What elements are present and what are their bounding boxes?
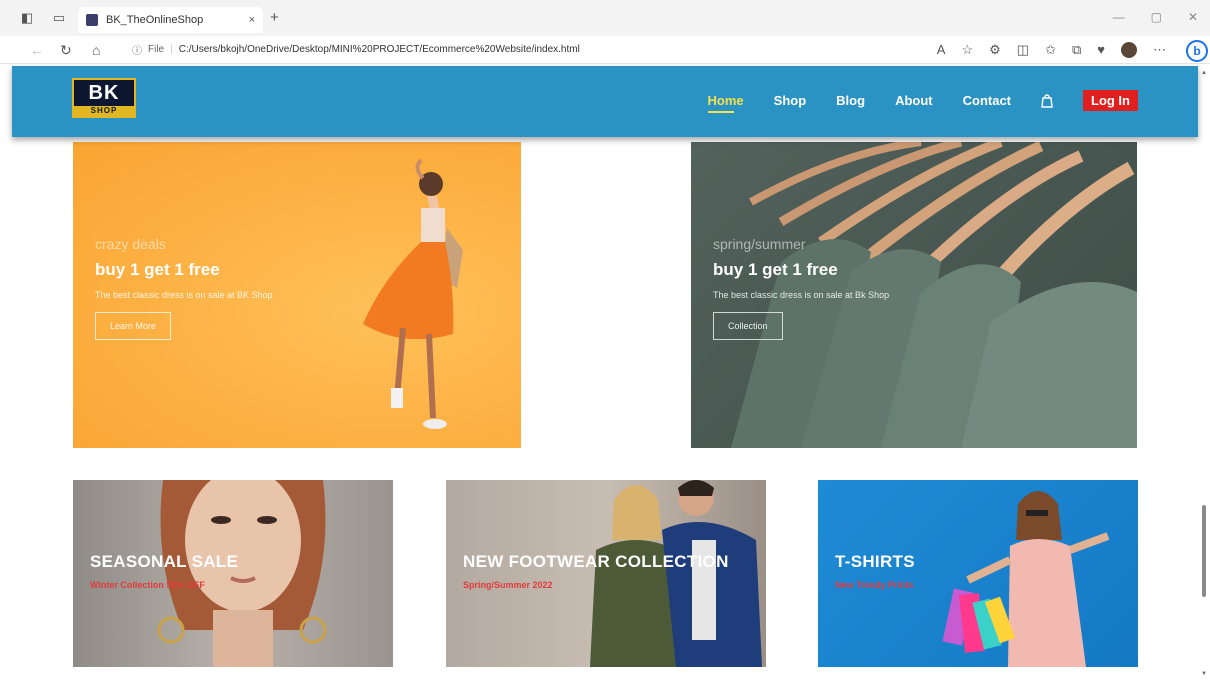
extensions-icon[interactable]: ⚙: [989, 42, 1001, 58]
tab-actions-icon[interactable]: ▭: [50, 9, 68, 27]
banner-heading: buy 1 get 1 free: [713, 260, 838, 279]
minimize-button[interactable]: —: [1113, 10, 1125, 24]
home-icon[interactable]: ⌂: [92, 40, 100, 60]
banner-heading: SEASONAL SALE: [90, 552, 239, 571]
logo-text-top: BK: [88, 82, 120, 104]
shopping-model-image: [942, 491, 1110, 667]
logo-text-bottom: SHOP: [74, 106, 134, 116]
new-tab-button[interactable]: +: [270, 9, 279, 26]
sidebar-icon[interactable]: ◧: [18, 9, 36, 27]
collections-icon[interactable]: ⧉: [1072, 42, 1081, 58]
page-viewport: BK SHOP Home Shop Blog About Contact Log…: [0, 64, 1210, 682]
profile-icon[interactable]: [1121, 42, 1137, 58]
url-text[interactable]: C:/Users/bkojh/OneDrive/Desktop/MINI%20P…: [179, 44, 580, 55]
banner-crazy-text: crazy deals buy 1 get 1 free The best cl…: [95, 236, 273, 340]
tab-close-icon[interactable]: ×: [249, 14, 255, 26]
model-image: [363, 158, 463, 429]
browser-toolbar: A ☆ ⚙ ◫ ✩ ⧉ ♥ ⋯: [937, 42, 1166, 58]
site-favicon-icon: [86, 14, 98, 26]
nav-blog[interactable]: Blog: [836, 93, 865, 108]
refresh-icon[interactable]: ↻: [60, 40, 72, 60]
banner-new-footwear: NEW FOOTWEAR COLLECTION Spring/Summer 20…: [446, 480, 766, 667]
tshirts-text: T-SHIRTS New Trendy Prints: [835, 552, 915, 590]
url-scheme: File: [148, 44, 165, 55]
collection-button[interactable]: Collection: [713, 312, 783, 340]
nav-contact[interactable]: Contact: [963, 93, 1011, 108]
maximize-button[interactable]: ▢: [1151, 10, 1162, 24]
window-controls: — ▢ ✕: [1113, 10, 1198, 24]
banner-heading: buy 1 get 1 free: [95, 260, 220, 279]
bag-icon[interactable]: [1041, 93, 1053, 108]
bing-copilot-button[interactable]: b: [1186, 40, 1208, 62]
browser-essentials-icon[interactable]: ♥: [1097, 42, 1105, 58]
site-logo[interactable]: BK SHOP: [72, 78, 136, 118]
learn-more-button[interactable]: Learn More: [95, 312, 172, 340]
nav-shop[interactable]: Shop: [774, 93, 807, 108]
browser-tab[interactable]: BK_TheOnlineShop ×: [78, 7, 263, 33]
split-screen-icon[interactable]: ◫: [1017, 42, 1029, 58]
site-info-icon[interactable]: ⓘ: [132, 42, 142, 57]
scroll-thumb[interactable]: [1202, 505, 1206, 597]
banner-kicker: crazy deals: [95, 236, 166, 252]
main-nav: Home Shop Blog About Contact Log In: [707, 90, 1138, 113]
banner-crazy-deals: crazy deals buy 1 get 1 free The best cl…: [73, 142, 521, 448]
banner-description: The best classic dress is on sale at Bk …: [713, 290, 890, 300]
url-field[interactable]: ⓘ File | C:/Users/bkojh/OneDrive/Desktop…: [132, 42, 580, 57]
read-aloud-icon[interactable]: A: [937, 42, 946, 58]
banner-spring-text: spring/summer buy 1 get 1 free The best …: [713, 236, 889, 340]
address-bar: ← ↻ ⌂ ⓘ File | C:/Users/bkojh/OneDrive/D…: [0, 36, 1210, 64]
banner-subheading: Spring/Summer 2022: [463, 580, 553, 590]
scroll-down-icon[interactable]: ▼: [1201, 671, 1207, 677]
banner-subheading: Winter Collection 50% OFF: [90, 580, 205, 590]
banner-heading: NEW FOOTWEAR COLLECTION: [463, 552, 729, 571]
scroll-up-icon[interactable]: ▲: [1201, 70, 1207, 76]
site-header: BK SHOP Home Shop Blog About Contact Log…: [12, 66, 1198, 137]
nav-home[interactable]: Home: [707, 93, 744, 113]
nav-about[interactable]: About: [895, 93, 933, 108]
seasonal-text: SEASONAL SALE Winter Collection 50% OFF: [90, 552, 238, 590]
banner-spring-summer: spring/summer buy 1 get 1 free The best …: [691, 142, 1137, 448]
favorite-icon[interactable]: ☆: [961, 42, 973, 58]
banner-seasonal-sale: SEASONAL SALE Winter Collection 50% OFF: [73, 480, 393, 667]
url-separator: |: [170, 44, 173, 55]
favorites-bar-icon[interactable]: ✩: [1045, 42, 1056, 58]
banner-kicker: spring/summer: [713, 236, 806, 252]
more-icon[interactable]: ⋯: [1153, 42, 1166, 58]
back-icon[interactable]: ←: [30, 40, 44, 60]
banner-heading: T-SHIRTS: [835, 552, 915, 571]
footwear-text: NEW FOOTWEAR COLLECTION Spring/Summer 20…: [463, 552, 729, 590]
banner-description: The best classic dress is on sale at BK …: [95, 290, 273, 300]
banner-tshirts: T-SHIRTS New Trendy Prints: [818, 480, 1138, 667]
browser-tabstrip: ◧ ▭ BK_TheOnlineShop × + — ▢ ✕: [0, 0, 1210, 36]
tab-title: BK_TheOnlineShop: [106, 14, 204, 26]
banner-subheading: New Trendy Prints: [835, 580, 914, 590]
close-window-button[interactable]: ✕: [1188, 10, 1198, 24]
login-button[interactable]: Log In: [1083, 90, 1138, 111]
